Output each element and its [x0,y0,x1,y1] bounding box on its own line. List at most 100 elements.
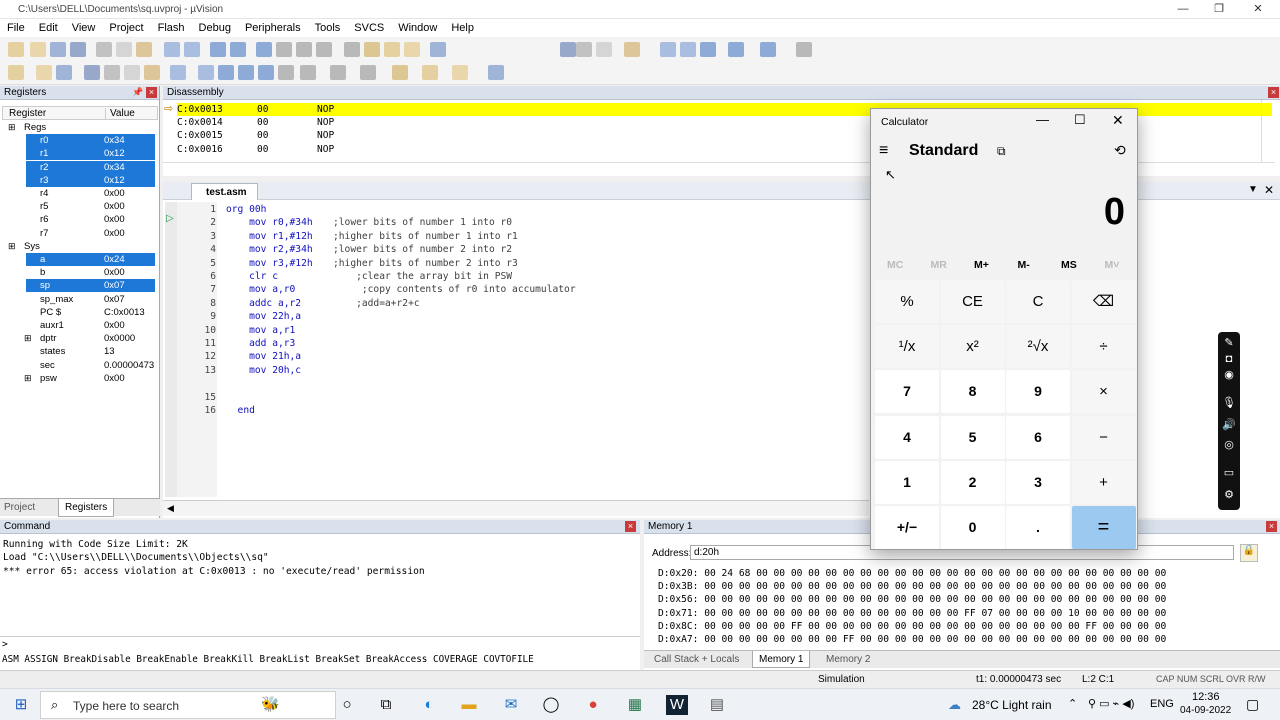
toolbar-debug-button-4[interactable] [84,65,100,80]
toolbar-debug-button-18[interactable] [422,65,438,80]
toolbar-main-button-4[interactable] [70,42,86,57]
task-view-icon[interactable]: ⧉ [375,695,397,715]
calculator-key[interactable]: +/− [875,506,939,549]
language-indicator[interactable]: ENG [1150,698,1174,710]
menu-view[interactable]: View [65,19,103,34]
calculator-key[interactable]: C [1006,280,1070,323]
keep-on-top-icon[interactable]: ⧉ [997,144,1006,159]
taskbar-search[interactable]: ⌕ Type here to search 🐝 [40,691,336,719]
calculator-key[interactable]: 0 [940,506,1005,549]
calculator-key[interactable]: 2 [940,460,1005,504]
calculator-key[interactable]: 4 [875,415,939,459]
tab-registers[interactable]: Registers [58,499,115,517]
toolbar-main-button-16[interactable] [344,42,360,57]
register-row-pc[interactable]: PC $ C:0x0013 [0,306,160,319]
code-line[interactable]: 11 add a,r3 [163,337,863,350]
dell-icon[interactable]: ◯ [540,695,562,715]
calculator-taskbar-icon[interactable]: ▤ [706,695,728,715]
toolbar-debug-button-14[interactable] [300,65,316,80]
calculator-key[interactable]: + [1071,460,1136,504]
memory-button[interactable]: M- [1018,259,1030,271]
menu-flash[interactable]: Flash [151,19,192,34]
toolbar-main-button-1[interactable] [8,42,24,57]
code-line[interactable]: 5 mov r3,#12h ;higher bits of number 2 in… [163,257,863,270]
register-row-r2[interactable]: r2 0x34 [0,160,160,174]
cortana-icon[interactable]: ○ [336,695,358,715]
code-line[interactable]: 15 [163,391,863,404]
expand-icon[interactable]: ⊞ [24,332,32,345]
calculator-key[interactable]: 1 [875,460,939,504]
calculator-key[interactable]: ²√x [1006,325,1070,369]
speaker-icon[interactable]: 🔊 [1222,418,1236,432]
mail-icon[interactable]: ✉ [500,695,522,715]
toolbar-main-button-29[interactable] [760,42,776,57]
code-line[interactable]: 1 org 00h [163,203,863,216]
register-row-r7[interactable]: r7 0x00 [0,227,160,240]
disassembly-scrollbar[interactable] [1261,100,1275,162]
toolbar-debug-button-7[interactable] [144,65,160,80]
code-line[interactable]: 3 mov r1,#12h ;higher bits of number 1 in… [163,230,863,243]
register-row-sec[interactable]: sec 0.00000473 [0,359,160,372]
memory-button[interactable]: MC [887,259,903,271]
command-input[interactable]: > [0,636,640,652]
toolbar-main-button-27[interactable] [700,42,716,57]
tab-test-asm[interactable]: test.asm [191,183,258,200]
chrome-icon[interactable]: ● [582,695,604,715]
register-row-sys[interactable]: ⊞ Sys [0,240,160,253]
toolbar-debug-button-8[interactable] [170,65,186,80]
toolbar-debug-button-20[interactable] [488,65,504,80]
calculator-key[interactable]: ÷ [1071,325,1136,369]
calculator-key[interactable]: ¹/x [875,325,939,369]
register-row-r6[interactable]: r6 0x00 [0,213,160,226]
register-row-a[interactable]: a 0x24 [0,253,160,266]
close-icon[interactable]: × [1266,521,1277,532]
clock-date[interactable]: 04-09-2022 [1180,705,1231,716]
edge-icon[interactable]: ◐ [418,695,440,715]
toolbar-debug-button-16[interactable] [360,65,376,80]
code-line[interactable]: 9 mov 22h,a [163,310,863,323]
editor-hscrollbar[interactable]: ◀ [163,500,869,516]
weather-text[interactable]: 28°C Light rain [972,698,1052,712]
menu-peripherals[interactable]: Peripherals [238,19,308,34]
excel-icon[interactable]: ▦ [624,695,646,715]
hamburger-menu-icon[interactable]: ≡ [879,142,888,160]
code-line[interactable]: 16 end [163,404,863,417]
toolbar-debug-button-2[interactable] [36,65,52,80]
code-line[interactable]: 7 mov a,r0 ;copy contents of r0 into acc… [163,283,863,296]
toolbar-main-button-22[interactable] [576,42,592,57]
toolbar-debug-button-13[interactable] [278,65,294,80]
webcam-icon[interactable]: ◎ [1222,438,1236,452]
calculator-key[interactable]: 3 [1006,460,1070,504]
toolbar-main-button-23[interactable] [596,42,612,57]
calculator-key[interactable]: x² [940,325,1005,369]
toolbar-main-button-20[interactable] [430,42,446,57]
register-row-sp[interactable]: sp 0x07 [0,279,160,293]
code-line[interactable]: 4 mov r2,#34h ;lower bits of number 2 int… [163,243,863,256]
close-icon[interactable]: × [146,87,157,98]
calculator-key[interactable]: 6 [1006,415,1070,459]
calculator-key[interactable]: % [875,280,939,323]
menu-project[interactable]: Project [102,19,150,34]
register-row-regs[interactable]: ⊞ Regs [0,121,160,134]
toolbar-main-button-3[interactable] [50,42,66,57]
code-line[interactable]: 12 mov 21h,a [163,350,863,363]
close-icon[interactable]: ✕ [1264,183,1274,197]
toolbar-main-button-18[interactable] [384,42,400,57]
menu-help[interactable]: Help [444,19,481,34]
clock-time[interactable]: 12:36 [1192,691,1220,703]
calculator-key[interactable]: × [1071,370,1136,414]
minimize-button[interactable]: — [1165,0,1201,19]
toolbar-debug-button-15[interactable] [330,65,346,80]
tab-project[interactable]: Project [4,502,35,513]
register-row-r3[interactable]: r3 0x12 [0,173,160,187]
settings-icon[interactable]: ⚙ [1222,488,1236,502]
maximize-icon[interactable]: ☐ [1074,112,1086,128]
menu-tools[interactable]: Tools [308,19,348,34]
toolbar-debug-button-9[interactable] [198,65,214,80]
memory-button[interactable]: MS [1061,259,1077,271]
toolbar-main-button-14[interactable] [296,42,312,57]
toolbar-main-button-9[interactable] [184,42,200,57]
toolbar-main-button-11[interactable] [230,42,246,57]
calculator-key[interactable]: ⌫ [1071,280,1136,323]
windows-start-icon[interactable]: ⊞ [10,695,32,715]
